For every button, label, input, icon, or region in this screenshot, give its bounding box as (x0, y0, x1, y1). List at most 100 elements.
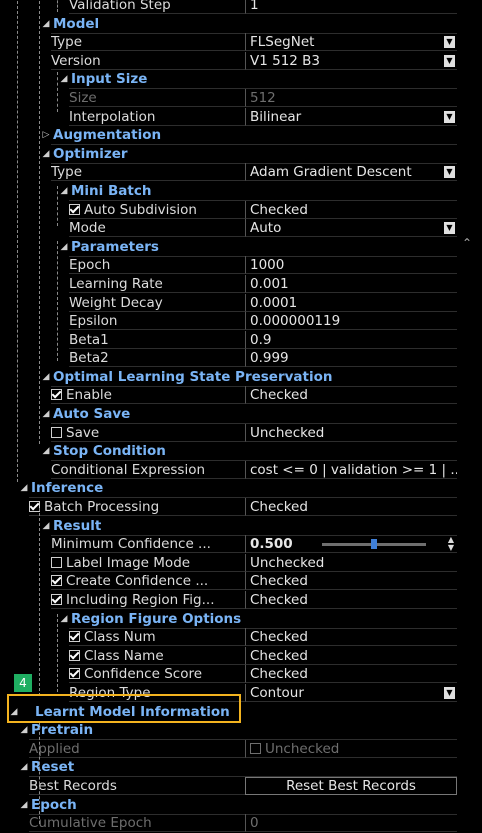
collapse-arrow-icon[interactable]: ◢ (59, 610, 69, 628)
slider-thumb[interactable] (371, 539, 377, 550)
property-value[interactable]: Contour ▼ (245, 683, 457, 702)
property-row-minimum-confidence[interactable]: Minimum Confidence ... 0.500 ▲ ▼ (9, 535, 457, 554)
property-value[interactable]: FLSegNet ▼ (245, 33, 457, 52)
collapse-arrow-icon[interactable]: ◢ (59, 238, 69, 256)
property-value[interactable]: Checked (245, 628, 457, 647)
property-value[interactable]: 1 (245, 0, 457, 14)
property-row-epsilon[interactable]: Epsilon 0.000000119 (9, 312, 457, 331)
property-value[interactable]: Checked (245, 665, 457, 684)
collapse-arrow-icon[interactable]: ◢ (19, 721, 29, 739)
property-value[interactable]: cost <= 0 | validation >= 1 | ... (245, 460, 457, 479)
property-value[interactable]: Checked (245, 498, 457, 517)
property-row-beta2[interactable]: Beta2 0.999 (9, 349, 457, 368)
category-result[interactable]: ◢ Result (9, 517, 457, 536)
property-row-batch-processing[interactable]: Batch Processing Checked (9, 498, 457, 517)
property-row-confidence-score[interactable]: Confidence Score Checked (9, 665, 457, 684)
collapse-arrow-icon[interactable]: ◢ (19, 479, 29, 497)
property-value[interactable]: 0.999 (245, 349, 457, 368)
category-optimal-learning-state-preservation[interactable]: ◢ Optimal Learning State Preservation (9, 368, 457, 387)
property-value[interactable]: 0.001 (245, 274, 457, 293)
dropdown-arrow-icon[interactable]: ▼ (444, 36, 455, 49)
checkbox[interactable] (51, 594, 62, 605)
collapse-arrow-icon[interactable]: ◢ (19, 758, 29, 776)
property-value[interactable]: Checked (245, 200, 457, 219)
collapse-arrow-icon[interactable]: ◢ (41, 442, 51, 460)
category-region-figure-options[interactable]: ◢ Region Figure Options (9, 610, 457, 629)
property-row-enable[interactable]: Enable Checked (9, 386, 457, 405)
category-auto-save[interactable]: ◢ Auto Save (9, 405, 457, 425)
property-value[interactable]: Checked (245, 591, 457, 609)
collapse-arrow-icon[interactable]: ◢ (41, 405, 51, 423)
category-model[interactable]: ◢ Model (9, 15, 457, 34)
expand-arrow-icon[interactable]: ▷ (41, 126, 51, 144)
category-mini-batch[interactable]: ◢ Mini Batch (9, 182, 457, 201)
collapse-arrow-icon[interactable]: ◢ (41, 517, 51, 535)
property-row-epoch[interactable]: Epoch 1000 (9, 256, 457, 275)
checkbox[interactable] (51, 556, 62, 568)
property-value[interactable]: 1000 (245, 256, 457, 275)
property-value[interactable]: 0.500 ▲ ▼ (245, 535, 457, 554)
property-value[interactable]: 0.9 (245, 330, 457, 349)
property-value[interactable]: Bilinear ▼ (245, 107, 457, 126)
collapse-arrow-icon[interactable]: ◢ (41, 145, 51, 163)
category-epoch[interactable]: ◢ Epoch (9, 796, 457, 815)
property-value[interactable]: 0.0001 (245, 293, 457, 312)
property-row-beta1[interactable]: Beta1 0.9 (9, 330, 457, 350)
category-inference[interactable]: ◢ Inference (9, 479, 457, 499)
checkbox[interactable] (51, 426, 62, 438)
category-stop-condition[interactable]: ◢ Stop Condition (9, 442, 457, 462)
category-augmentation[interactable]: ▷ Augmentation (9, 126, 457, 146)
property-row-including-region-fig[interactable]: Including Region Fig... Checked (9, 591, 457, 610)
property-value[interactable]: Unchecked (245, 423, 457, 442)
collapse-arrow-icon[interactable]: ◢ (41, 368, 51, 386)
reset-best-records-button[interactable]: Reset Best Records (245, 776, 457, 795)
dropdown-arrow-icon[interactable]: ▼ (444, 110, 455, 123)
property-row-label-image-mode[interactable]: Label Image Mode Unchecked (9, 553, 457, 573)
spin-arrows-icon[interactable]: ▲ ▼ (448, 536, 454, 552)
scroll-up-arrow-icon[interactable]: ⌃ (462, 236, 472, 250)
collapse-arrow-icon[interactable]: ◢ (19, 796, 29, 814)
checkbox[interactable] (51, 389, 62, 401)
property-value[interactable]: Checked (245, 646, 457, 665)
property-row-class-num[interactable]: Class Num Checked (9, 628, 457, 647)
dropdown-arrow-icon[interactable]: ▼ (444, 54, 455, 67)
property-row-create-confidence[interactable]: Create Confidence ... Checked (9, 572, 457, 591)
property-value[interactable]: Unchecked (245, 553, 457, 572)
property-row-weight-decay[interactable]: Weight Decay 0.0001 (9, 293, 457, 313)
checkbox[interactable] (69, 631, 80, 643)
category-pretrain[interactable]: ◢ Pretrain (9, 721, 457, 741)
checkbox[interactable] (69, 649, 80, 661)
dropdown-arrow-icon[interactable]: ▼ (444, 166, 455, 179)
property-value[interactable]: Checked (245, 386, 457, 405)
property-row-best-records[interactable]: Best Records Reset Best Records (9, 776, 457, 796)
dropdown-arrow-icon[interactable]: ▼ (444, 222, 455, 235)
property-row-class-name[interactable]: Class Name Checked (9, 646, 457, 666)
property-row-type[interactable]: Type Adam Gradient Descent ▼ (9, 163, 457, 182)
property-row-interpolation[interactable]: Interpolation Bilinear ▼ (9, 107, 457, 127)
collapse-arrow-icon[interactable]: ◢ (59, 70, 69, 88)
property-row-validation-step[interactable]: Validation Step 1 (9, 0, 457, 15)
property-value[interactable]: Auto ▼ (245, 219, 457, 238)
category-parameters[interactable]: ◢ Parameters (9, 238, 457, 257)
checkbox[interactable] (69, 668, 80, 680)
property-row-size[interactable]: Size 512 (9, 88, 457, 108)
property-row-auto-subdivision[interactable]: Auto Subdivision Checked (9, 200, 457, 220)
checkbox[interactable] (69, 203, 80, 215)
property-row-cumulative-epoch[interactable]: Cumulative Epoch 0 (9, 814, 457, 833)
property-row-version[interactable]: Version V1 512 B3 ▼ (9, 51, 457, 71)
dropdown-arrow-icon[interactable]: ▼ (444, 686, 455, 699)
property-row-applied[interactable]: Applied Unchecked (9, 739, 457, 759)
category-reset[interactable]: ◢ Reset (9, 758, 457, 778)
property-value[interactable]: Checked (245, 572, 457, 591)
property-row-conditional-expression[interactable]: Conditional Expression cost <= 0 | valida… (9, 460, 457, 480)
property-value[interactable]: V1 512 B3 ▼ (245, 51, 457, 70)
property-row-mode[interactable]: Mode Auto ▼ (9, 219, 457, 238)
checkbox[interactable] (51, 575, 62, 587)
collapse-arrow-icon[interactable]: ◢ (41, 15, 51, 33)
scrollbar[interactable] (457, 0, 482, 828)
category-optimizer[interactable]: ◢ Optimizer (9, 145, 457, 164)
property-value[interactable]: Adam Gradient Descent ▼ (245, 163, 457, 182)
category-input-size[interactable]: ◢ Input Size (9, 70, 457, 90)
property-value[interactable]: 0.000000119 (245, 312, 457, 331)
property-row-save[interactable]: Save Unchecked (9, 423, 457, 443)
